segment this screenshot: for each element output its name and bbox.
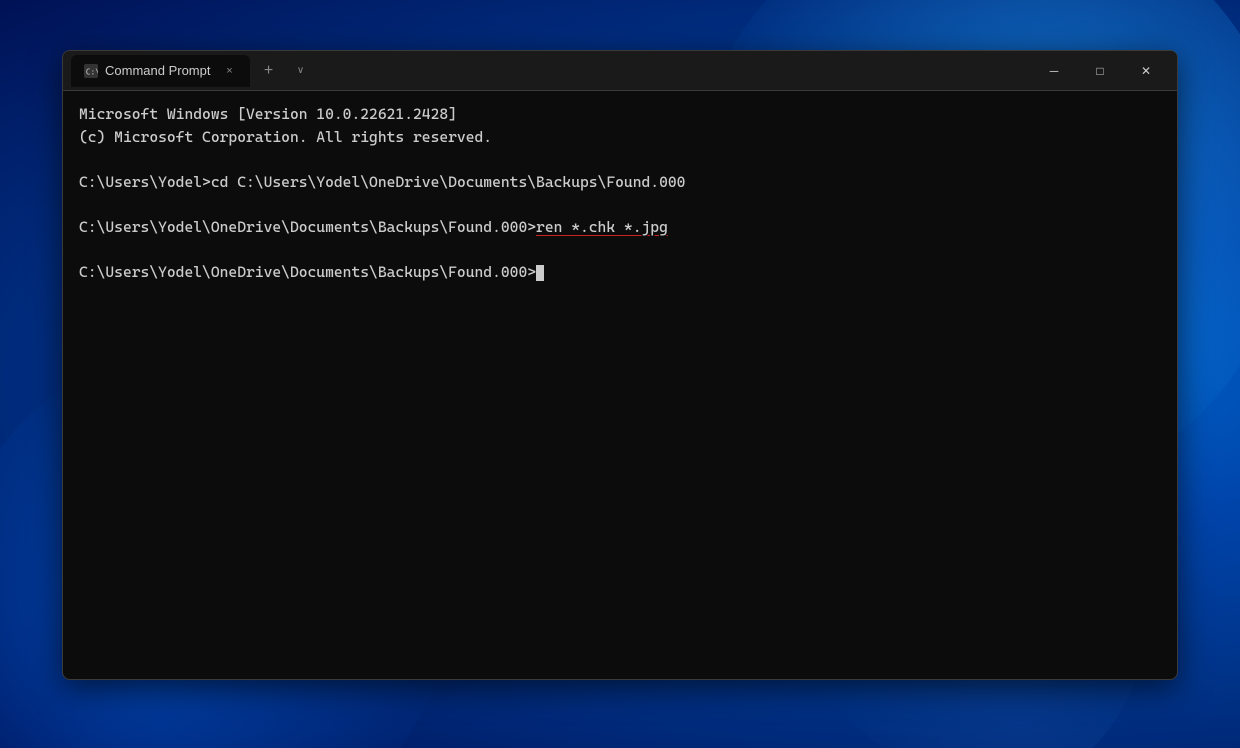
line-1: Microsoft Windows [Version 10.0.22621.24…	[79, 103, 1161, 126]
prompt-1: C:\Users\Yodel>	[79, 173, 211, 191]
cmd-icon: C:\	[83, 63, 99, 79]
blank-3	[79, 238, 1161, 261]
tab-area: C:\ Command Prompt × + ∨	[71, 55, 551, 87]
tab-title: Command Prompt	[105, 63, 210, 78]
terminal-window: C:\ Command Prompt × + ∨ ─ □ ✕ Microsoft…	[62, 50, 1178, 680]
new-tab-button[interactable]: +	[254, 57, 282, 85]
tab-close-button[interactable]: ×	[220, 62, 238, 80]
line-cd-command: C:\Users\Yodel>cd C:\Users\Yodel\OneDriv…	[79, 171, 1161, 194]
svg-text:C:\: C:\	[86, 67, 98, 76]
cmd-ren: ren *.chk *.jpg	[536, 218, 668, 236]
line-prompt-cursor: C:\Users\Yodel\OneDrive\Documents\Backup…	[79, 261, 1161, 284]
terminal-content[interactable]: Microsoft Windows [Version 10.0.22621.24…	[63, 91, 1177, 679]
prompt-3: C:\Users\Yodel\OneDrive\Documents\Backup…	[79, 263, 536, 281]
minimize-button[interactable]: ─	[1031, 55, 1077, 87]
line-ren-command: C:\Users\Yodel\OneDrive\Documents\Backup…	[79, 216, 1161, 239]
cursor	[536, 265, 544, 281]
window-controls: ─ □ ✕	[1031, 55, 1169, 87]
tab-dropdown-button[interactable]: ∨	[286, 57, 314, 85]
blank-2	[79, 193, 1161, 216]
blank-1	[79, 148, 1161, 171]
close-button[interactable]: ✕	[1123, 55, 1169, 87]
active-tab[interactable]: C:\ Command Prompt ×	[71, 55, 250, 87]
line-2: (c) Microsoft Corporation. All rights re…	[79, 126, 1161, 149]
title-bar: C:\ Command Prompt × + ∨ ─ □ ✕	[63, 51, 1177, 91]
prompt-2: C:\Users\Yodel\OneDrive\Documents\Backup…	[79, 218, 536, 236]
cmd-cd: cd C:\Users\Yodel\OneDrive\Documents\Bac…	[211, 173, 686, 191]
maximize-button[interactable]: □	[1077, 55, 1123, 87]
